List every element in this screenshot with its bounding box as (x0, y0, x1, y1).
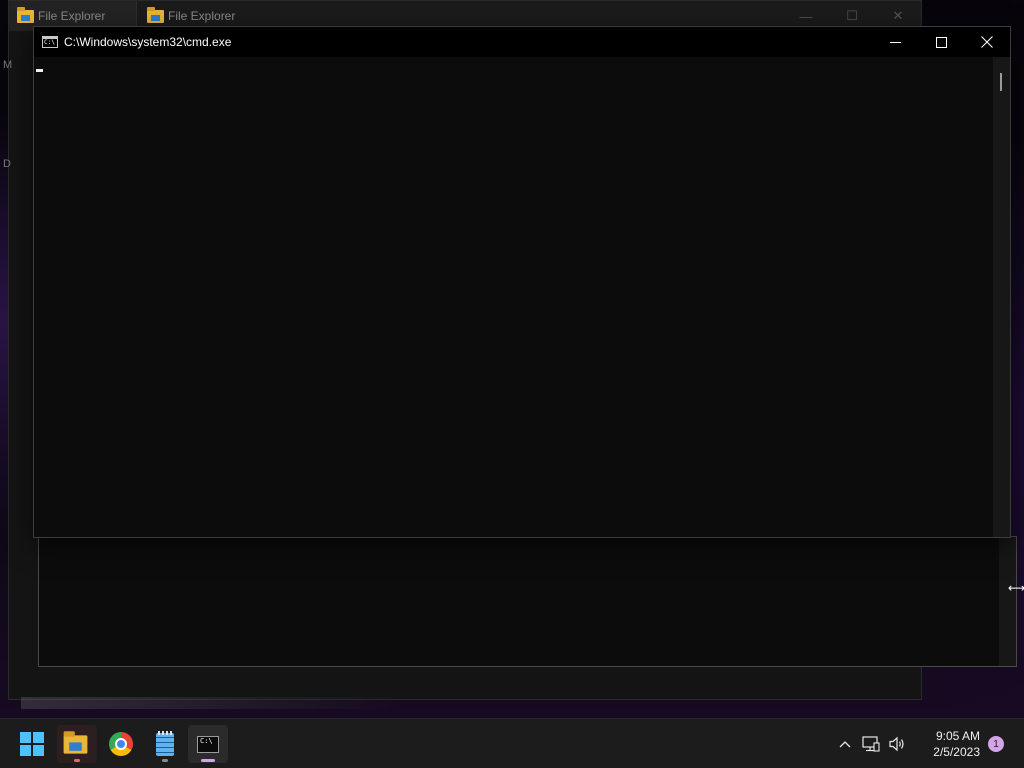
folder-icon (63, 730, 87, 754)
tab-label: File Explorer (168, 9, 236, 23)
clock[interactable]: 9:05 AM 2/5/2023 (918, 728, 980, 760)
taskbar-notepad[interactable] (145, 725, 185, 763)
active-indicator (201, 759, 215, 762)
clipped-text: M (3, 59, 13, 71)
clipped-text: D (3, 158, 11, 170)
clock-date: 2/5/2023 (933, 745, 980, 759)
windows-icon (20, 732, 44, 756)
cmd-window: C:\ C:\Windows\system32\cmd.exe (33, 26, 1011, 538)
minimize-button[interactable] (872, 27, 918, 57)
start-button[interactable] (12, 725, 52, 763)
vertical-scrollbar[interactable] (993, 57, 1010, 537)
minimize-icon (889, 41, 901, 43)
folder-icon (17, 6, 34, 23)
window-shadow (21, 697, 401, 709)
system-tray: 9:05 AM 2/5/2023 1 (832, 719, 1024, 768)
caption-buttons (872, 27, 1010, 57)
taskbar-command-prompt[interactable]: C:\ (188, 725, 228, 763)
running-indicator (162, 759, 168, 762)
notepad-icon (156, 730, 174, 756)
maximize-button[interactable] (918, 27, 964, 57)
console-window-background[interactable] (38, 536, 1017, 667)
scrollbar-thumb[interactable] (1000, 73, 1002, 91)
console-icon: C:\ (42, 36, 58, 48)
close-button[interactable] (964, 27, 1010, 57)
taskbar-chrome[interactable] (101, 725, 141, 763)
clock-time: 9:05 AM (935, 729, 980, 743)
running-indicator (74, 759, 80, 762)
cmd-title-bar[interactable]: C:\ C:\Windows\system32\cmd.exe (34, 27, 1010, 57)
network-icon[interactable] (858, 731, 884, 757)
taskbar: C:\ 9:05 AM 2/5/2023 1 (0, 718, 1024, 768)
text-cursor (36, 69, 43, 72)
maximize-icon (935, 36, 947, 48)
taskbar-file-explorer[interactable] (57, 725, 97, 763)
close-icon (981, 36, 993, 48)
window-title: C:\Windows\system32\cmd.exe (64, 35, 232, 49)
folder-icon (147, 6, 164, 23)
show-hidden-icons-chevron-icon[interactable] (832, 731, 858, 757)
resize-cursor-icon: ⟷ (1008, 581, 1024, 595)
volume-icon[interactable] (884, 731, 910, 757)
notification-badge[interactable]: 1 (988, 736, 1004, 752)
console-text-area[interactable] (34, 57, 993, 537)
terminal-icon: C:\ (197, 735, 219, 753)
tab-label: File Explorer (38, 9, 106, 23)
scrollbar[interactable] (999, 537, 1016, 666)
chrome-icon (109, 732, 133, 756)
